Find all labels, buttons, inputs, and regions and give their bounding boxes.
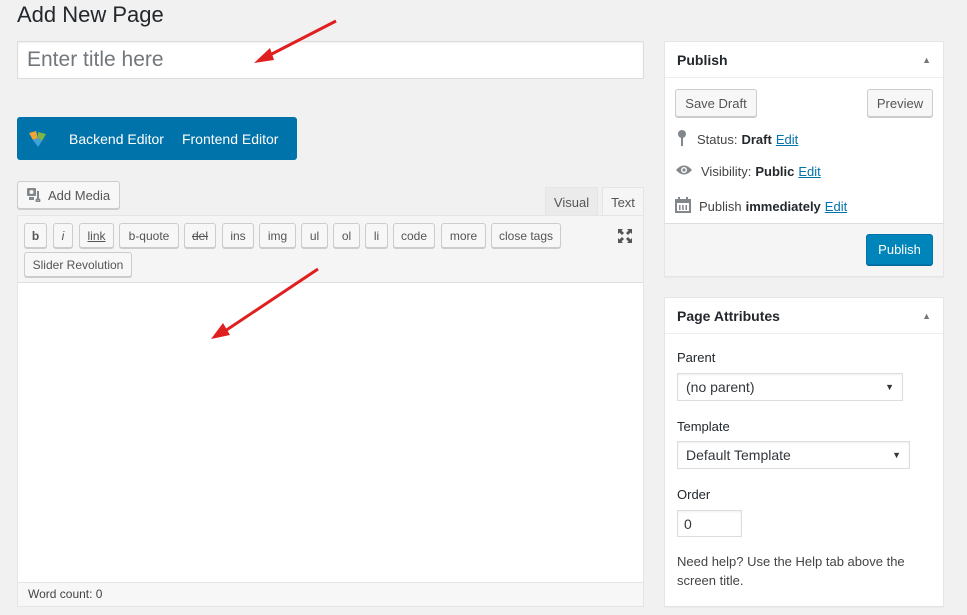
- quicktag-ol[interactable]: ol: [333, 223, 360, 248]
- template-label: Template: [677, 419, 730, 434]
- schedule-value: immediately: [745, 199, 821, 214]
- status-label: Status:: [697, 132, 738, 147]
- add-media-button[interactable]: Add Media: [17, 181, 120, 209]
- pin-icon: [675, 129, 697, 150]
- visibility-label: Visibility:: [701, 164, 752, 179]
- page-builder-bar: Backend Editor Frontend Editor: [17, 117, 297, 160]
- edit-status-link[interactable]: Edit: [776, 132, 798, 147]
- save-draft-button[interactable]: Save Draft: [675, 89, 757, 117]
- page-attributes-header[interactable]: Page Attributes ▲: [665, 298, 943, 334]
- quicktag-more[interactable]: more: [441, 223, 486, 248]
- status-row: Status: Draft Edit: [675, 129, 798, 150]
- backend-editor-button[interactable]: Backend Editor: [69, 131, 164, 147]
- add-media-label: Add Media: [48, 187, 111, 203]
- publish-button[interactable]: Publish: [866, 234, 933, 265]
- status-value: Draft: [741, 132, 772, 147]
- tab-visual[interactable]: Visual: [545, 187, 598, 216]
- order-input[interactable]: [677, 510, 742, 537]
- edit-visibility-link[interactable]: Edit: [798, 164, 820, 179]
- fullscreen-icon[interactable]: [616, 227, 634, 245]
- quicktag-bold[interactable]: b: [24, 223, 47, 248]
- content-textarea[interactable]: [18, 283, 643, 583]
- page-title: Add New Page: [17, 2, 164, 27]
- word-count: Word count: 0: [18, 582, 643, 606]
- chevron-down-icon: ▼: [892, 450, 901, 460]
- preview-button[interactable]: Preview: [867, 89, 933, 117]
- calendar-icon: [675, 197, 699, 216]
- slider-revolution-button[interactable]: Slider Revolution: [24, 252, 132, 277]
- title-input[interactable]: [17, 41, 644, 79]
- publish-box-title: Publish: [677, 51, 728, 68]
- edit-schedule-link[interactable]: Edit: [825, 199, 847, 214]
- schedule-row: Publish immediately Edit: [675, 197, 847, 216]
- collapse-toggle-icon[interactable]: ▲: [922, 55, 931, 65]
- parent-label: Parent: [677, 350, 716, 365]
- chevron-down-icon: ▼: [885, 382, 894, 392]
- quicktags-toolbar: b i link b-quote del ins img ul ol li co…: [18, 216, 643, 283]
- template-select-value: Default Template: [686, 447, 791, 463]
- quicktag-ul[interactable]: ul: [301, 223, 328, 248]
- tab-text[interactable]: Text: [602, 187, 644, 216]
- visibility-row: Visibility: Public Edit: [675, 163, 821, 180]
- eye-icon: [675, 163, 701, 180]
- page-attributes-title: Page Attributes: [677, 307, 780, 324]
- quicktag-close-tags[interactable]: close tags: [491, 223, 561, 248]
- quicktag-ins[interactable]: ins: [222, 223, 254, 248]
- frontend-editor-button[interactable]: Frontend Editor: [182, 131, 279, 147]
- visibility-value: Public: [755, 164, 795, 179]
- publish-box: Publish ▲ Save Draft Preview Status: Dra…: [664, 41, 944, 277]
- order-label: Order: [677, 487, 711, 502]
- editor: b i link b-quote del ins img ul ol li co…: [17, 215, 644, 607]
- quicktag-li[interactable]: li: [365, 223, 388, 248]
- collapse-toggle-icon[interactable]: ▲: [922, 311, 931, 321]
- help-text: Need help? Use the Help tab above the sc…: [677, 554, 905, 588]
- publish-box-header[interactable]: Publish ▲: [665, 42, 943, 78]
- quicktag-italic[interactable]: i: [53, 223, 73, 248]
- publish-actions: Publish: [665, 223, 943, 276]
- quicktag-bquote[interactable]: b-quote: [119, 223, 179, 248]
- template-select[interactable]: Default Template ▼: [677, 441, 910, 469]
- quicktag-img[interactable]: img: [259, 223, 296, 248]
- parent-select-value: (no parent): [686, 379, 755, 395]
- page-attributes-box: Page Attributes ▲ Parent (no parent) ▼ T…: [664, 297, 944, 607]
- parent-select[interactable]: (no parent) ▼: [677, 373, 903, 401]
- media-icon: [26, 186, 48, 205]
- quicktag-del[interactable]: del: [184, 223, 216, 248]
- schedule-label: Publish: [699, 199, 742, 214]
- quicktag-link[interactable]: link: [79, 223, 114, 248]
- quicktag-code[interactable]: code: [393, 223, 435, 248]
- visual-composer-logo-icon: [27, 128, 49, 150]
